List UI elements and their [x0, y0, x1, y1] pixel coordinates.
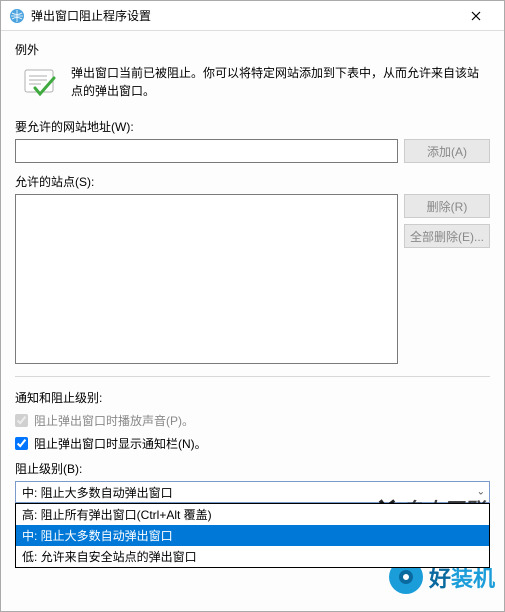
block-level-dropdown: 高: 阻止所有弹出窗口(Ctrl+Alt 覆盖) 中: 阻止大多数自动弹出窗口 …: [15, 503, 490, 568]
address-label: 要允许的网站地址(W):: [15, 118, 490, 135]
infobar-checkbox-row[interactable]: 阻止弹出窗口时显示通知栏(N)。: [15, 435, 490, 452]
sound-checkbox: [15, 414, 28, 427]
separator: [15, 376, 490, 377]
remove-all-button[interactable]: 全部删除(E)...: [404, 224, 490, 248]
remove-button[interactable]: 删除(R): [404, 194, 490, 218]
window-icon: [9, 8, 25, 24]
block-level-label: 阻止级别(B):: [15, 460, 490, 477]
dropdown-option-medium[interactable]: 中: 阻止大多数自动弹出窗口: [16, 525, 489, 546]
info-icon: [21, 64, 61, 104]
dropdown-option-high[interactable]: 高: 阻止所有弹出窗口(Ctrl+Alt 覆盖): [16, 504, 489, 525]
chevron-down-icon: ⌄: [477, 487, 485, 498]
notify-heading: 通知和阻止级别:: [15, 389, 490, 406]
popup-blocker-settings-window: 弹出窗口阻止程序设置 例外 弹出窗口当前已被阻止。你可以将特定网站添加到下表中，…: [0, 0, 505, 612]
window-title: 弹出窗口阻止程序设置: [31, 7, 456, 24]
dropdown-option-low[interactable]: 低: 允许来自安全站点的弹出窗口: [16, 546, 489, 567]
sound-checkbox-row: 阻止弹出窗口时播放声音(P)。: [15, 412, 490, 429]
block-level-combo-wrap: 中: 阻止大多数自动弹出窗口 ⌄ 高: 阻止所有弹出窗口(Ctrl+Alt 覆盖…: [15, 481, 490, 503]
info-text: 弹出窗口当前已被阻止。你可以将特定网站添加到下表中，从而允许来自该站点的弹出窗口…: [71, 64, 490, 100]
add-button[interactable]: 添加(A): [404, 139, 490, 163]
close-button[interactable]: [456, 2, 496, 30]
info-row: 弹出窗口当前已被阻止。你可以将特定网站添加到下表中，从而允许来自该站点的弹出窗口…: [15, 64, 490, 104]
combo-selected-text: 中: 阻止大多数自动弹出窗口: [22, 484, 173, 501]
exceptions-heading: 例外: [15, 41, 490, 58]
address-input[interactable]: [15, 139, 398, 163]
content-area: 例外 弹出窗口当前已被阻止。你可以将特定网站添加到下表中，从而允许来自该站点的弹…: [1, 31, 504, 611]
allowed-sites-listbox[interactable]: [15, 194, 398, 364]
titlebar: 弹出窗口阻止程序设置: [1, 1, 504, 31]
allowed-sites-label: 允许的站点(S):: [15, 173, 490, 190]
block-level-combo[interactable]: 中: 阻止大多数自动弹出窗口 ⌄: [15, 481, 490, 503]
sound-checkbox-label: 阻止弹出窗口时播放声音(P)。: [34, 412, 194, 429]
infobar-checkbox[interactable]: [15, 437, 28, 450]
infobar-checkbox-label: 阻止弹出窗口时显示通知栏(N)。: [34, 435, 207, 452]
